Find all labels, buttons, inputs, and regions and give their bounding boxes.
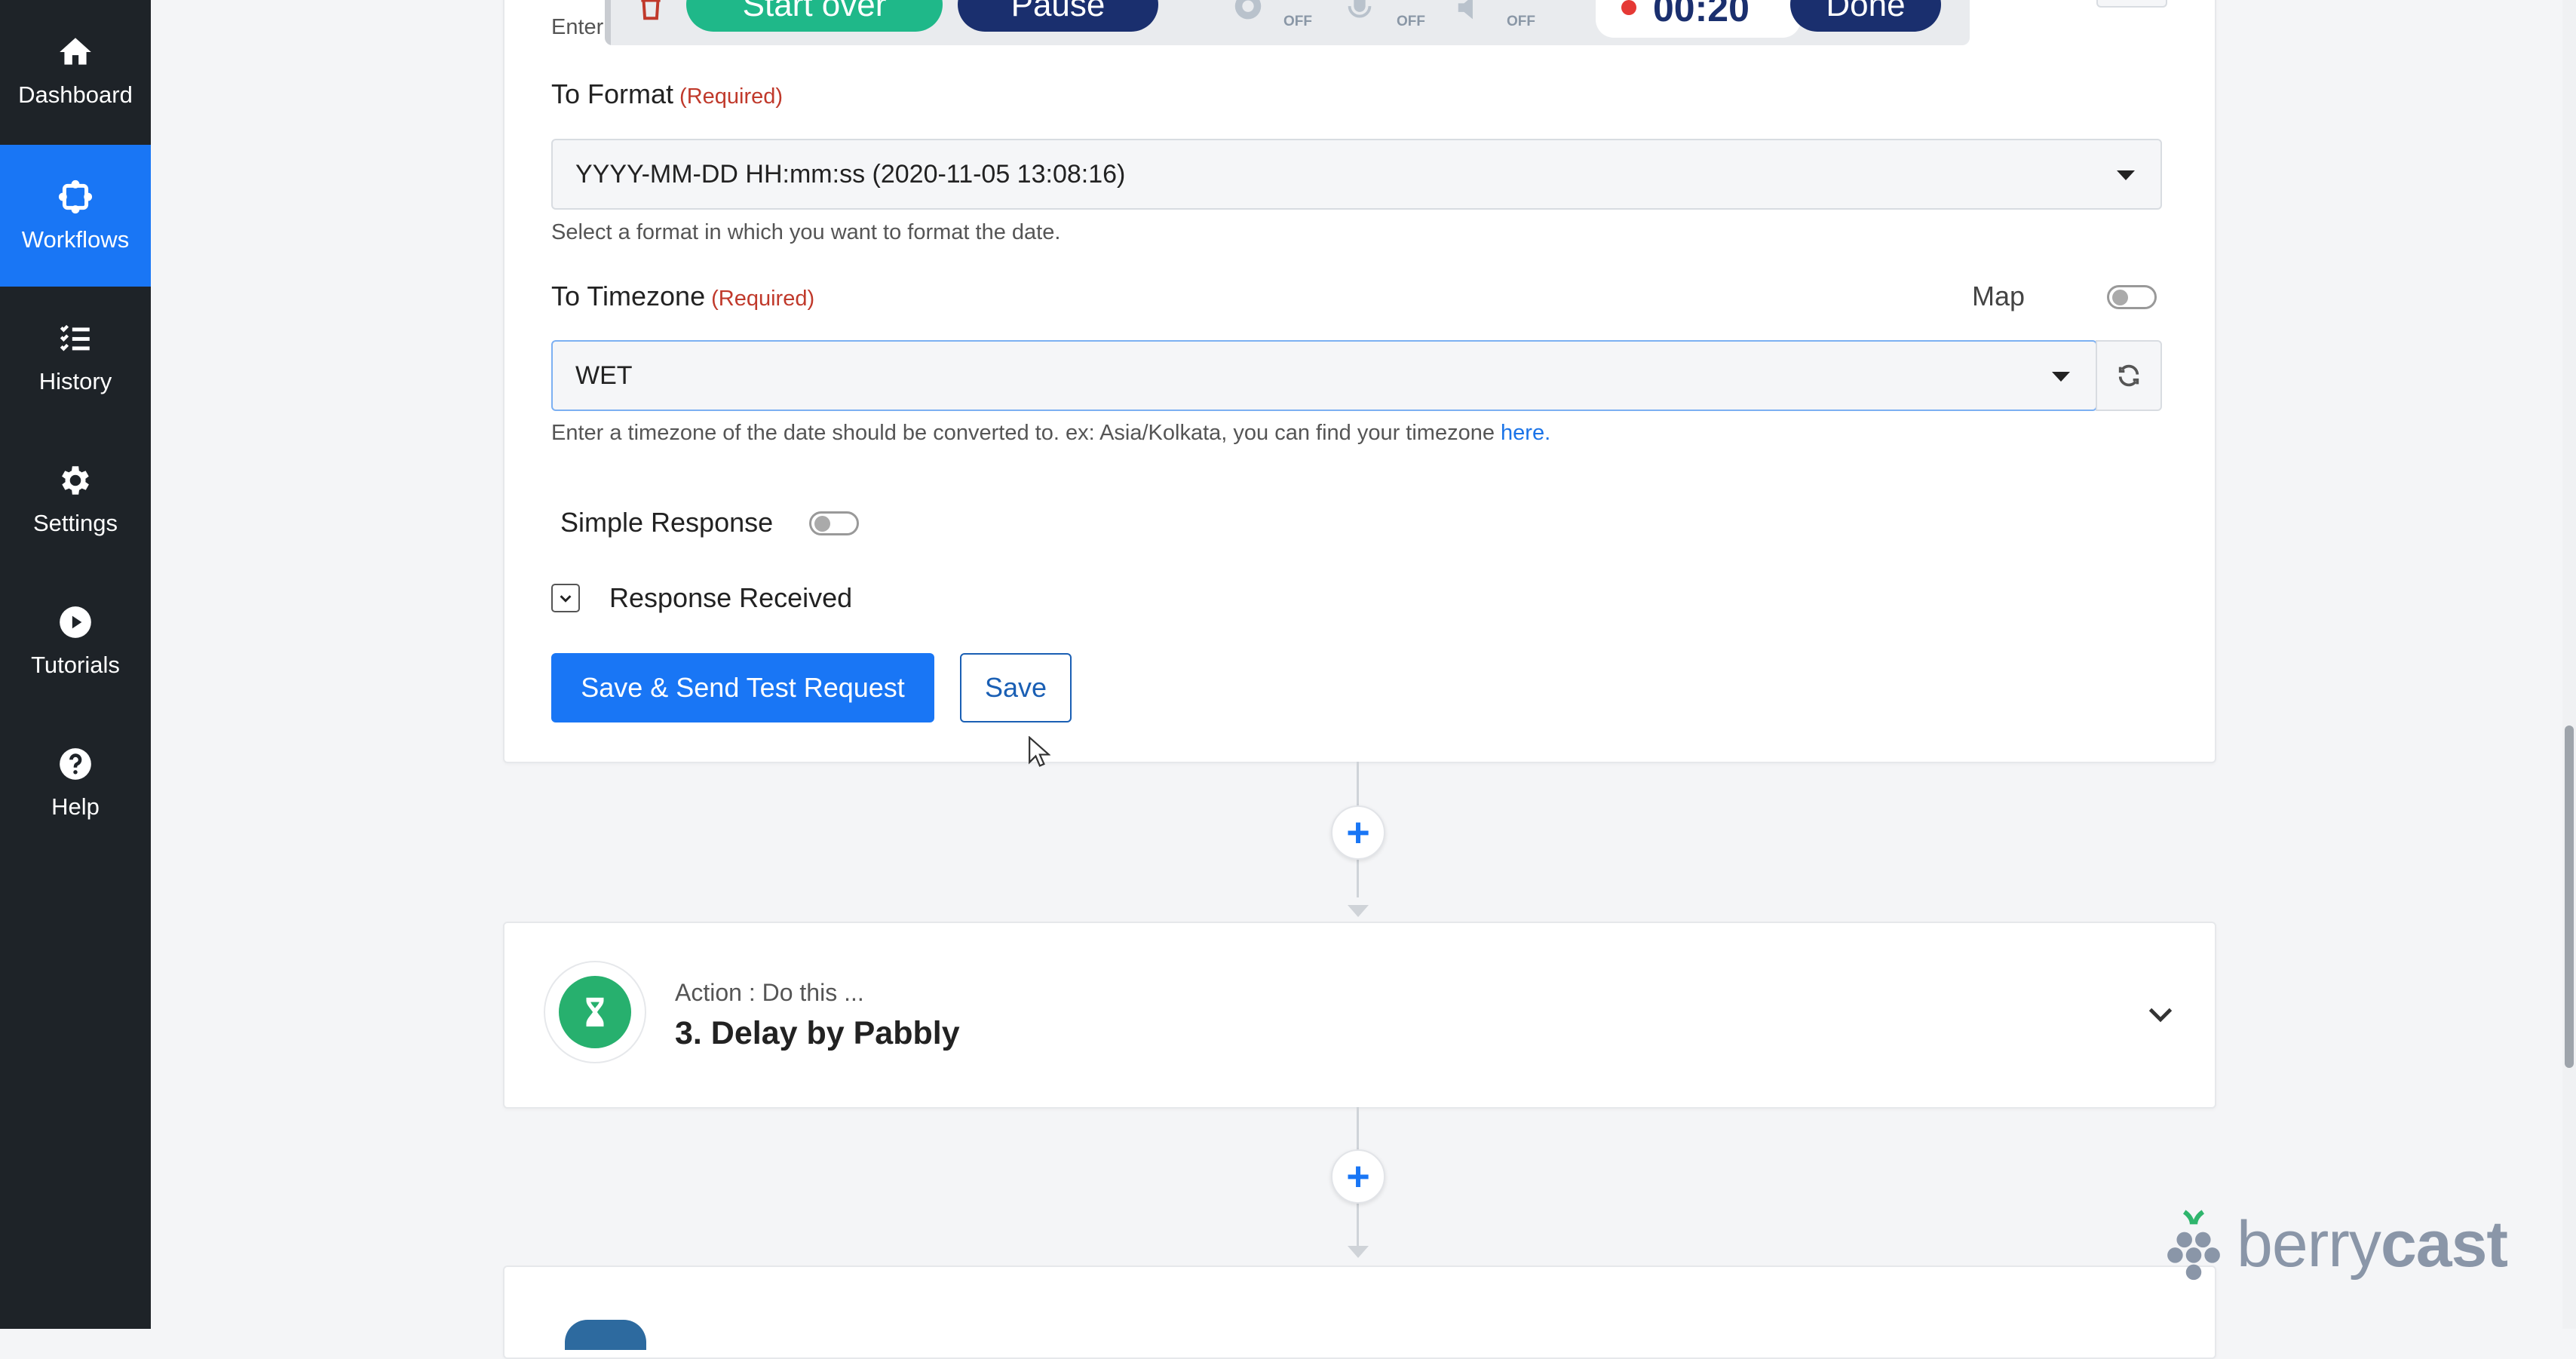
hourglass-icon <box>559 976 631 1048</box>
timer-value: 00:20 <box>1653 0 1750 29</box>
required-badge: (Required) <box>679 84 784 109</box>
webcam-icon[interactable] <box>1231 0 1265 27</box>
list-check-icon <box>60 324 90 351</box>
refresh-button[interactable] <box>2096 340 2162 411</box>
done-button[interactable]: Done <box>1790 0 1941 32</box>
save-send-test-button[interactable]: Save & Send Test Request <box>551 653 934 722</box>
sidebar-item-history[interactable]: History <box>0 287 151 428</box>
help-circle-icon <box>60 748 91 780</box>
berry-logo-icon <box>2167 1210 2220 1281</box>
watermark-text: berrycast <box>2237 1207 2508 1282</box>
sidebar-item-label: Settings <box>32 510 118 536</box>
plus-icon: + <box>1346 810 1370 855</box>
field-hint: Enter <box>551 15 604 39</box>
map-toggle[interactable] <box>2107 285 2157 309</box>
step-title: 3. Delay by Pabbly <box>675 1015 960 1051</box>
sidebar-item-dashboard[interactable]: Dashboard <box>0 0 151 142</box>
microphone-icon[interactable] <box>1342 0 1377 27</box>
arrow-down-icon <box>1348 1246 1369 1258</box>
required-badge: (Required) <box>711 287 815 311</box>
sidebar-item-label: History <box>38 368 112 394</box>
step-icon-wrapper <box>544 961 646 1063</box>
add-step-button[interactable]: + <box>1331 1149 1385 1204</box>
to-format-label-text: To Format <box>551 78 674 109</box>
to-timezone-label-text: To Timezone <box>551 281 706 311</box>
gear-icon <box>62 466 89 495</box>
sidebar-item-tutorials[interactable]: Tutorials <box>0 570 151 712</box>
to-timezone-help: Enter a timezone of the date should be c… <box>551 421 1550 446</box>
play-circle-icon <box>60 606 91 638</box>
sidebar-item-label: Dashboard <box>18 81 133 108</box>
watermark-bold: cast <box>2380 1207 2508 1281</box>
chevron-down-icon[interactable] <box>2147 1005 2174 1026</box>
sidebar-item-label: Workflows <box>21 226 130 253</box>
next-step-card[interactable] <box>503 1265 2216 1359</box>
step-icon <box>565 1320 646 1350</box>
arrow-down-icon <box>1348 905 1369 917</box>
response-received-label: Response Received <box>609 582 853 613</box>
simple-response-toggle[interactable] <box>809 511 859 535</box>
sidebar-item-workflows[interactable]: Workflows <box>0 145 151 287</box>
sidebar-item-label: Help <box>51 793 100 820</box>
action-step-card[interactable]: Action : Do this ... 3. Delay by Pabbly <box>503 922 2216 1109</box>
plus-icon: + <box>1346 1154 1370 1199</box>
input-stub <box>2096 0 2167 8</box>
map-label: Map <box>1972 281 2026 311</box>
refresh-icon <box>2118 364 2139 387</box>
timezone-help-link[interactable]: here. <box>1501 421 1550 445</box>
home-icon <box>60 38 91 65</box>
to-format-help: Select a format in which you want to for… <box>551 220 1061 244</box>
to-timezone-help-text: Enter a timezone of the date should be c… <box>551 421 1501 445</box>
response-received-toggle[interactable] <box>551 584 580 612</box>
scrollbar-track[interactable] <box>2562 0 2576 1329</box>
to-format-label: To Format (Required) <box>551 78 783 110</box>
microphone-off-label: OFF <box>1397 14 1425 29</box>
add-step-button[interactable]: + <box>1331 805 1385 860</box>
mouse-cursor-icon <box>1029 736 1050 767</box>
timer-box: 00:20 <box>1596 0 1801 38</box>
webcam-off-label: OFF <box>1283 14 1312 29</box>
to-timezone-select[interactable]: WET <box>551 340 2097 411</box>
trash-icon[interactable] <box>636 0 665 23</box>
to-format-select[interactable]: YYYY-MM-DD HH:mm:ss (2020-11-05 13:08:16… <box>551 139 2162 210</box>
recording-toolbar: Start over Pause OFF OFF OFF 00:20 Done <box>605 0 1970 45</box>
sidebar-item-help[interactable]: Help <box>0 712 151 854</box>
sidebar: Dashboard Workflows History Settings Tut… <box>0 0 151 1329</box>
chevron-down-icon <box>2117 170 2135 180</box>
toolbar-handle[interactable] <box>605 0 611 45</box>
done-label: Done <box>1826 0 1906 23</box>
start-over-label: Start over <box>742 0 887 23</box>
workflow-icon <box>58 179 93 214</box>
simple-response-label: Simple Response <box>560 507 774 538</box>
to-timezone-label: To Timezone (Required) <box>551 281 814 312</box>
sidebar-item-label: Tutorials <box>31 652 120 678</box>
chevron-down-icon <box>2052 372 2070 382</box>
berrycast-watermark: berrycast <box>2163 1205 2508 1284</box>
pause-button[interactable]: Pause <box>958 0 1158 32</box>
step-subtitle: Action : Do this ... <box>675 979 864 1006</box>
to-format-value: YYYY-MM-DD HH:mm:ss (2020-11-05 13:08:16… <box>575 159 1126 189</box>
to-timezone-value: WET <box>575 360 633 390</box>
speaker-icon[interactable] <box>1454 0 1489 27</box>
pause-label: Pause <box>1010 0 1106 23</box>
record-dot-icon <box>1621 0 1636 15</box>
chevron-down-icon <box>560 595 572 603</box>
scrollbar-thumb[interactable] <box>2565 726 2574 1068</box>
watermark-light: berry <box>2237 1207 2381 1281</box>
start-over-button[interactable]: Start over <box>686 0 943 32</box>
step-config-card: Enter To Format (Required) YYYY-MM-DD HH:… <box>503 0 2216 763</box>
save-button[interactable]: Save <box>960 653 1072 722</box>
sidebar-item-settings[interactable]: Settings <box>0 428 151 570</box>
speaker-off-label: OFF <box>1507 14 1535 29</box>
